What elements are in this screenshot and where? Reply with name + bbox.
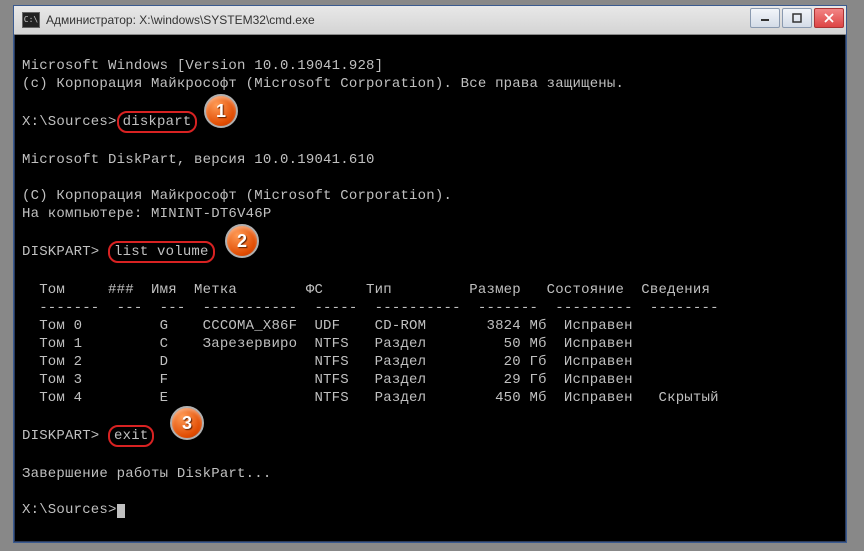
output-line: На компьютере: MININT-DT6V46P xyxy=(22,206,271,222)
prompt: X:\Sources> xyxy=(22,114,117,130)
table-divider: ------- --- --- ----------- ----- ------… xyxy=(22,300,719,316)
prompt: DISKPART> xyxy=(22,428,108,444)
annotation-badge-3: 3 xyxy=(170,406,204,440)
output-line: (C) Корпорация Майкрософт (Microsoft Cor… xyxy=(22,188,452,204)
window-controls xyxy=(750,8,844,28)
close-button[interactable] xyxy=(814,8,844,28)
highlight-diskpart: diskpart xyxy=(117,111,198,133)
highlight-exit: exit xyxy=(108,425,154,447)
annotation-badge-1: 1 xyxy=(204,94,238,128)
table-row: Том 3 F NTFS Раздел 29 Гб Исправен xyxy=(22,372,633,388)
cursor xyxy=(117,504,125,518)
command-text: exit xyxy=(114,428,148,444)
output-line: Завершение работы DiskPart... xyxy=(22,466,271,482)
table-header: Том ### Имя Метка ФС Тип Размер Состояни… xyxy=(22,282,710,298)
output-line: Microsoft DiskPart, версия 10.0.19041.61… xyxy=(22,152,375,168)
command-text: list volume xyxy=(114,244,209,260)
cmd-window: C:\ Администратор: X:\windows\SYSTEM32\c… xyxy=(13,5,847,543)
terminal-area[interactable]: Microsoft Windows [Version 10.0.19041.92… xyxy=(14,35,846,523)
table-row: Том 0 G CCCOMA_X86F UDF CD-ROM 3824 Мб И… xyxy=(22,318,633,334)
table-row: Том 1 C Зарезервиро NTFS Раздел 50 Мб Ис… xyxy=(22,336,633,352)
prompt: DISKPART> xyxy=(22,244,108,260)
prompt: X:\Sources> xyxy=(22,502,117,518)
minimize-button[interactable] xyxy=(750,8,780,28)
command-text: diskpart xyxy=(123,114,192,130)
titlebar[interactable]: C:\ Администратор: X:\windows\SYSTEM32\c… xyxy=(14,6,846,35)
table-row: Том 4 E NTFS Раздел 450 Мб Исправен Скры… xyxy=(22,390,719,406)
annotation-badge-2: 2 xyxy=(225,224,259,258)
output-line: (c) Корпорация Майкрософт (Microsoft Cor… xyxy=(22,76,624,92)
output-line: Microsoft Windows [Version 10.0.19041.92… xyxy=(22,58,383,74)
maximize-button[interactable] xyxy=(782,8,812,28)
highlight-list-volume: list volume xyxy=(108,241,215,263)
window-title: Администратор: X:\windows\SYSTEM32\cmd.e… xyxy=(46,13,315,27)
app-icon: C:\ xyxy=(22,12,40,28)
table-row: Том 2 D NTFS Раздел 20 Гб Исправен xyxy=(22,354,633,370)
